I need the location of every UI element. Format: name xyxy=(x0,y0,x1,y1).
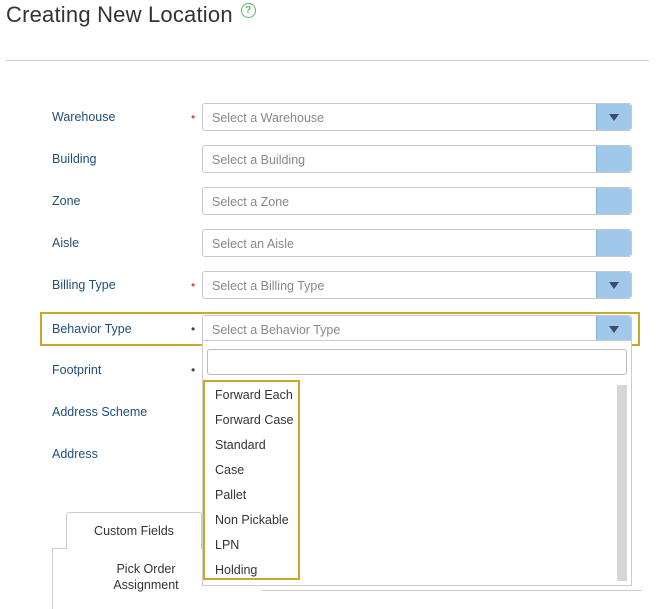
warehouse-select[interactable]: Select a Warehouse xyxy=(202,103,632,131)
aisle-select-placeholder: Select an Aisle xyxy=(212,237,294,251)
field-label-billing-type: Billing Type xyxy=(52,278,116,292)
form-row-billing-type: Billing Type • Select a Billing Type xyxy=(0,271,670,299)
select-button[interactable] xyxy=(596,188,631,214)
chevron-down-icon[interactable] xyxy=(596,272,631,298)
page-title: Creating New Location ? xyxy=(6,2,256,28)
form-row-warehouse: Warehouse • Select a Warehouse xyxy=(0,103,670,131)
field-label-address: Address xyxy=(52,447,98,461)
billing-type-select[interactable]: Select a Billing Type xyxy=(202,271,632,299)
field-label-footprint: Footprint xyxy=(52,363,102,377)
billing-type-select-placeholder: Select a Billing Type xyxy=(212,279,325,293)
aisle-select[interactable]: Select an Aisle xyxy=(202,229,632,257)
dropdown-search-input[interactable] xyxy=(207,349,627,375)
required-indicator: • xyxy=(191,110,196,124)
zone-select[interactable]: Select a Zone xyxy=(202,187,632,215)
dropdown-scrollbar[interactable] xyxy=(617,385,627,581)
tab-pick-order-assignment[interactable]: Pick Order Assignment xyxy=(96,561,196,593)
form-row-aisle: Aisle Select an Aisle xyxy=(0,229,670,257)
field-label-address-scheme: Address Scheme xyxy=(52,405,148,419)
building-select-placeholder: Select a Building xyxy=(212,153,306,167)
chevron-down-icon[interactable] xyxy=(596,104,631,130)
warehouse-select-placeholder: Select a Warehouse xyxy=(212,111,325,125)
page-title-text: Creating New Location xyxy=(6,2,233,27)
select-button[interactable] xyxy=(596,146,631,172)
tab-custom-fields[interactable]: Custom Fields xyxy=(66,512,202,549)
required-indicator: • xyxy=(191,278,196,292)
building-select[interactable]: Select a Building xyxy=(202,145,632,173)
field-label-warehouse: Warehouse xyxy=(52,110,116,124)
form-row-zone: Zone Select a Zone xyxy=(0,187,670,215)
form-row-building: Building Select a Building xyxy=(0,145,670,173)
field-label-building: Building xyxy=(52,152,97,166)
field-label-aisle: Aisle xyxy=(52,236,80,250)
header-divider xyxy=(6,60,649,61)
zone-select-placeholder: Select a Zone xyxy=(212,195,290,209)
question-circle-icon[interactable]: ? xyxy=(240,2,256,18)
required-indicator: • xyxy=(191,363,196,377)
select-button[interactable] xyxy=(596,230,631,256)
field-label-zone: Zone xyxy=(52,194,81,208)
tab-divider xyxy=(262,590,642,591)
options-highlight xyxy=(203,380,300,580)
